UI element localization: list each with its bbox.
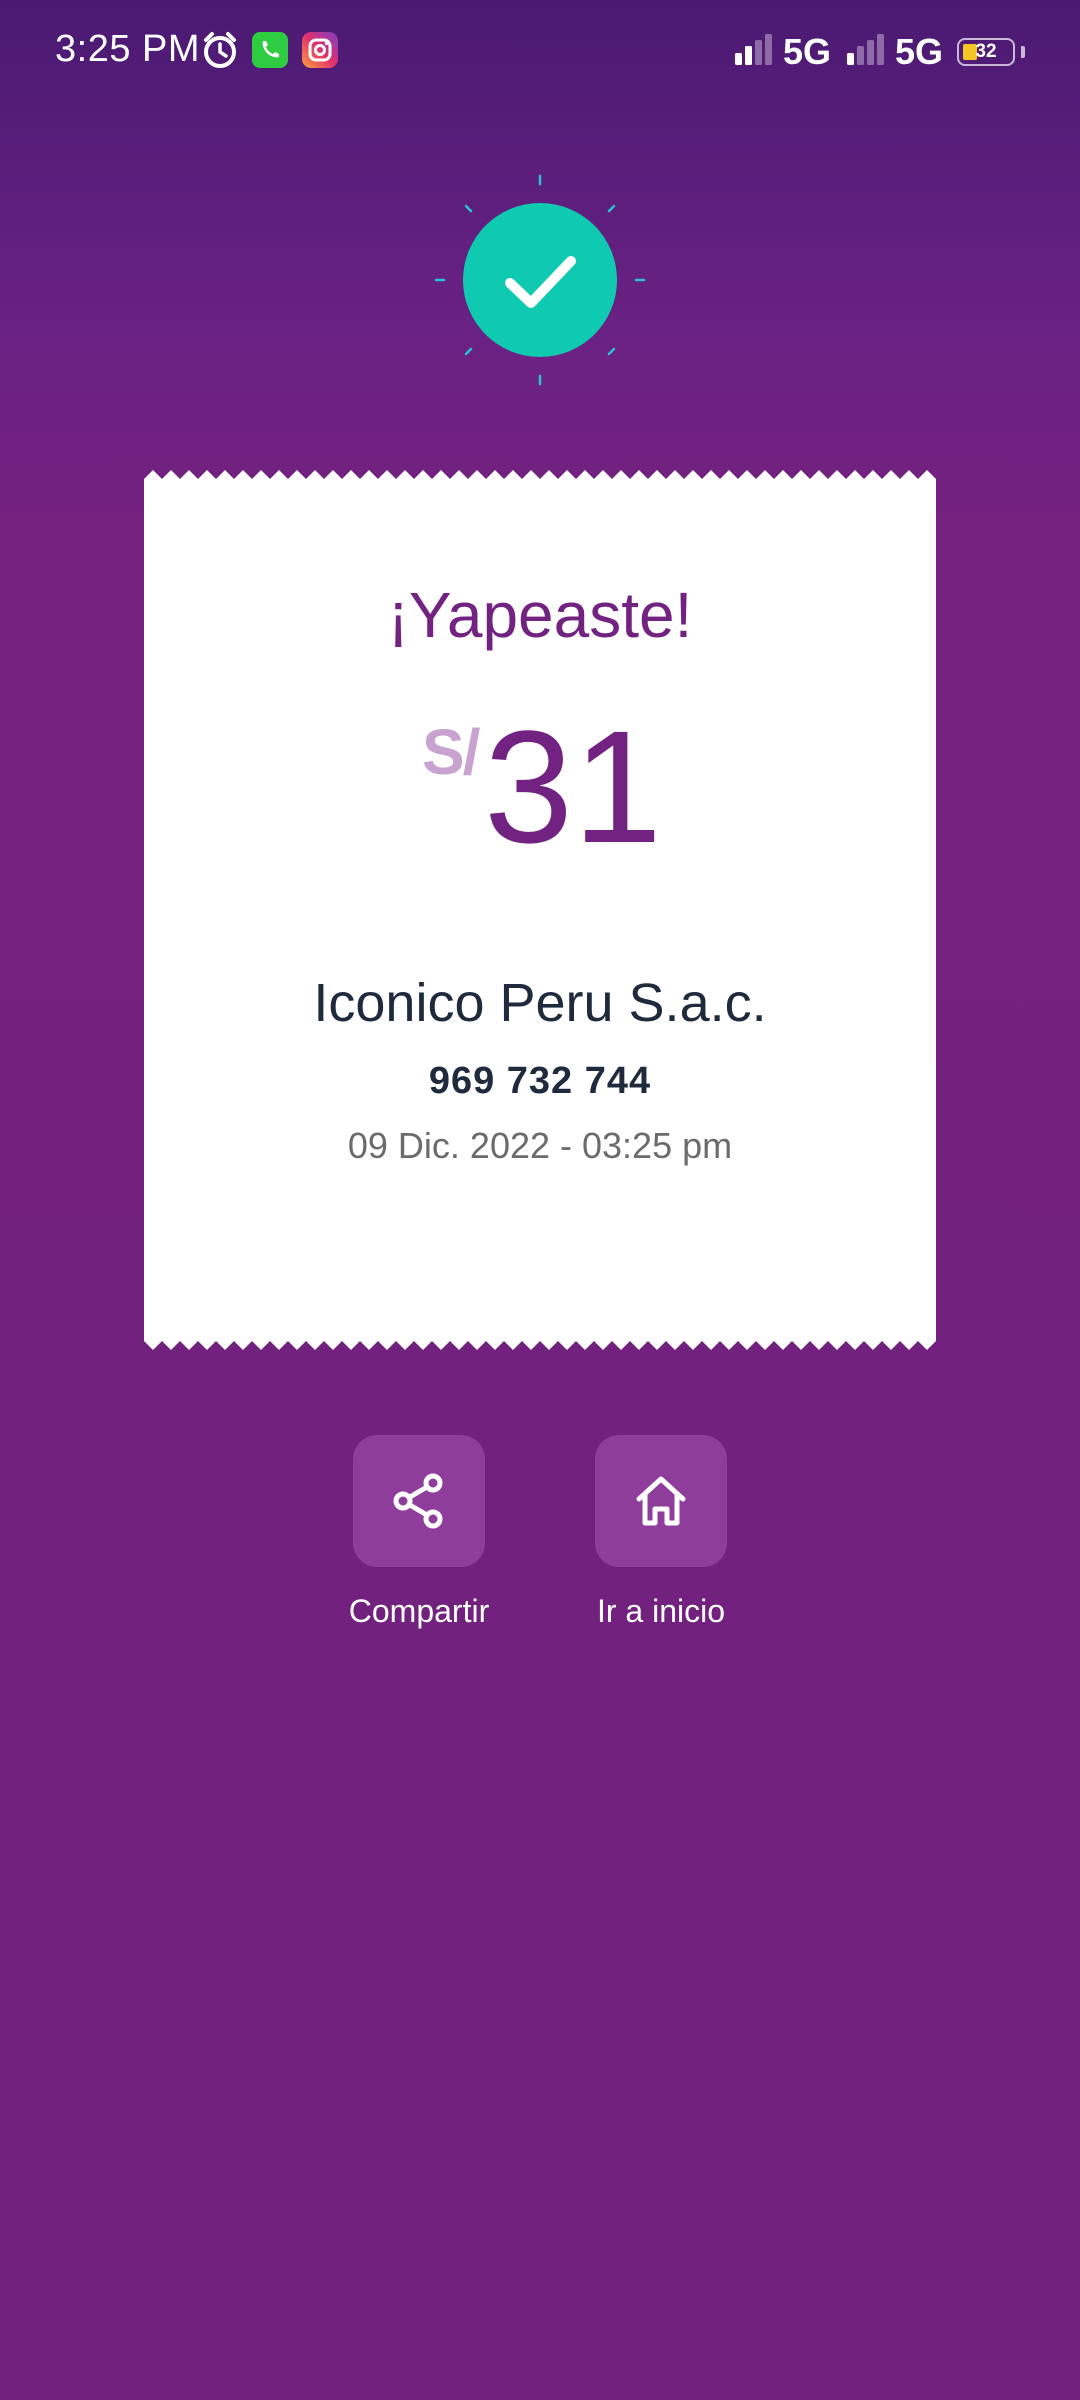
battery-tip [1021,46,1025,58]
recipient-name: Iconico Peru S.a.c. [313,973,767,1033]
network-type-label: 5G [894,31,943,72]
share-icon [393,1473,443,1529]
alarm-icon [200,30,240,70]
home-icon [636,1476,686,1526]
share-action[interactable]: Compartir [319,1435,519,1630]
whatsapp-icon [250,30,290,70]
share-label[interactable]: Compartir [319,1593,519,1630]
network-type-label: 5G [782,31,831,72]
payment-amount: S/ 31 [144,707,936,867]
status-time: 3:25 PM [55,28,201,70]
home-button[interactable] [595,1435,727,1567]
signal-icon [733,33,777,72]
status-indicators: 5G 5G 32 [733,30,1025,74]
amount-value: 31 [484,697,662,876]
transaction-datetime: 09 Dic. 2022 - 03:25 pm [347,1125,733,1166]
instagram-icon [300,30,340,70]
currency-symbol: S/ [422,716,480,788]
battery-level: 32 [975,41,997,62]
recipient-phone: 969 732 744 [428,1060,652,1102]
status-bar: 3:25 PM 5G 5G 32 [0,0,1080,105]
checkmark-icon [463,203,617,357]
receipt-title: ¡Yapeaste! [387,579,693,651]
home-label[interactable]: Ir a inicio [561,1593,761,1630]
home-action[interactable]: Ir a inicio [561,1435,761,1630]
battery-icon: 32 [957,38,1015,66]
payment-receipt: ¡Yapeaste! S/ 31 Iconico Peru S.a.c. 969… [144,470,936,1350]
success-indicator [430,170,650,390]
signal-icon [845,33,889,72]
share-button[interactable] [353,1435,485,1567]
